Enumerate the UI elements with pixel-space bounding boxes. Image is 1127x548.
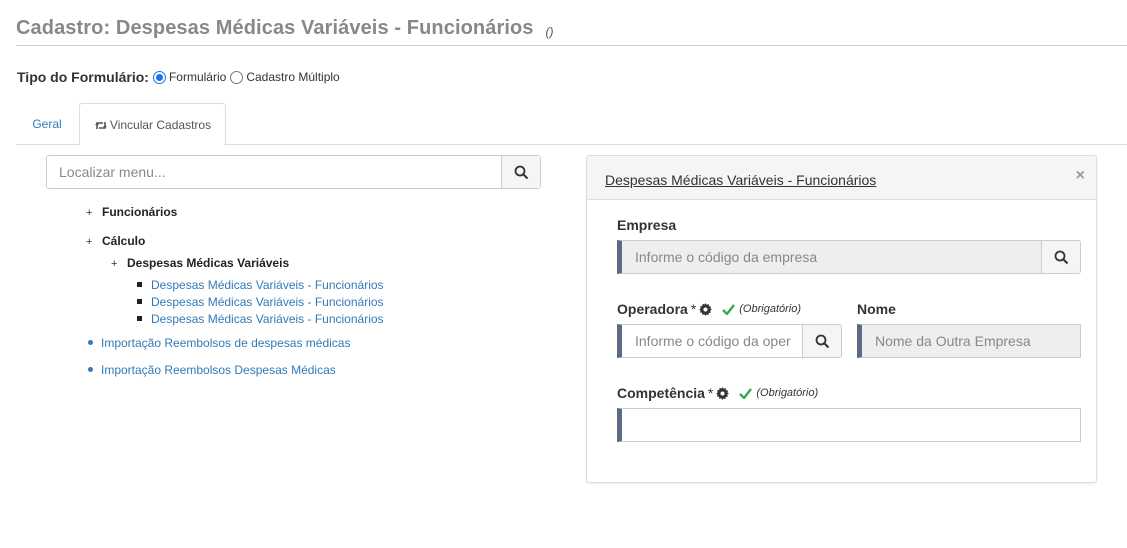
check-icon: [722, 303, 736, 315]
panel-header: Despesas Médicas Variáveis - Funcionário…: [587, 156, 1096, 200]
search-icon: [514, 165, 528, 179]
operadora-label: Operadora: [617, 301, 688, 317]
search-icon: [1054, 250, 1068, 264]
tree-node-despesas[interactable]: + Despesas Médicas Variáveis: [111, 256, 289, 270]
competencia-field[interactable]: [617, 408, 1081, 442]
tab-geral[interactable]: Geral: [16, 103, 78, 145]
tree-leaf: Despesas Médicas Variáveis - Funcionário…: [137, 278, 384, 292]
form-type-label: Tipo do Formulário:: [17, 69, 149, 85]
tree-leaf: Despesas Médicas Variáveis - Funcionário…: [137, 295, 384, 309]
tab-bar: Geral Vincular Cadastros: [16, 103, 1127, 146]
bullet-icon: [137, 282, 142, 287]
menu-search: [46, 155, 541, 189]
menu-search-input[interactable]: [47, 156, 501, 188]
nome-label: Nome: [857, 301, 896, 317]
bullet-icon: [88, 340, 93, 345]
form-type-selector: Tipo do Formulário: Formulário Cadastro …: [17, 69, 344, 85]
empresa-search-button[interactable]: [1041, 240, 1081, 274]
search-icon: [815, 334, 829, 348]
expand-icon: +: [86, 236, 93, 248]
page-title: Cadastro: Despesas Médicas Variáveis - F…: [16, 17, 534, 39]
empresa-placeholder: Informe o código da empresa: [635, 249, 818, 265]
bullet-icon: [88, 367, 93, 372]
expand-icon: +: [111, 258, 118, 270]
competencia-label-row: Competência * (Obrigatório): [617, 385, 818, 401]
nome-placeholder: Nome da Outra Empresa: [875, 333, 1031, 349]
panel-title-link[interactable]: Despesas Médicas Variáveis - Funcionário…: [605, 172, 876, 188]
operadora-search-button[interactable]: [802, 324, 842, 358]
gear-icon[interactable]: [699, 302, 713, 316]
required-mark: *: [690, 301, 697, 317]
radio-formulario-label[interactable]: Formulário: [169, 70, 226, 84]
page-title-bar: Cadastro: Despesas Médicas Variáveis - F…: [16, 17, 1127, 46]
radio-cadastro-multiplo[interactable]: [230, 70, 244, 84]
nome-field: Nome da Outra Empresa: [857, 324, 1081, 358]
page-title-suffix: (): [545, 25, 554, 39]
tree-link-importacao-1[interactable]: Importação Reembolsos de despesas médica…: [101, 336, 350, 350]
tree-link-despesas-1[interactable]: Despesas Médicas Variáveis - Funcionário…: [151, 278, 384, 292]
gear-icon[interactable]: [716, 386, 730, 400]
menu-search-button[interactable]: [501, 156, 540, 188]
tree-link-despesas-2[interactable]: Despesas Médicas Variáveis - Funcionário…: [151, 295, 384, 309]
tab-vincular-label: Vincular Cadastros: [109, 118, 212, 132]
obrigatorio-note: (Obrigatório): [756, 387, 819, 399]
competencia-label: Competência: [617, 385, 705, 401]
expand-icon: +: [86, 207, 93, 219]
tab-vincular-cadastros[interactable]: Vincular Cadastros: [79, 103, 226, 146]
tree-leaf: Importação Reembolsos Despesas Médicas: [88, 363, 336, 377]
empresa-label: Empresa: [617, 217, 677, 233]
tree-node-calculo[interactable]: + Cálculo: [86, 234, 145, 248]
tree-link-importacao-2[interactable]: Importação Reembolsos Despesas Médicas: [101, 363, 336, 377]
radio-cadastro-multiplo-label[interactable]: Cadastro Múltiplo: [246, 70, 339, 84]
empresa-field[interactable]: Informe o código da empresa: [617, 240, 1042, 274]
retweet-icon: [94, 122, 107, 129]
operadora-field[interactable]: Informe o código da oper: [617, 324, 803, 358]
tree-leaf: Despesas Médicas Variáveis - Funcionário…: [137, 312, 384, 326]
close-icon[interactable]: ×: [1076, 167, 1085, 185]
tree-node-funcionarios[interactable]: + Funcionários: [86, 205, 177, 219]
obrigatorio-note: (Obrigatório): [739, 303, 802, 315]
tree-link-despesas-3[interactable]: Despesas Médicas Variáveis - Funcionário…: [151, 312, 384, 326]
operadora-label-row: Operadora * (Obrigatório): [617, 301, 801, 317]
tree-leaf: Importação Reembolsos de despesas médica…: [88, 336, 350, 350]
check-icon: [739, 387, 753, 399]
bullet-icon: [137, 316, 142, 321]
bullet-icon: [137, 299, 142, 304]
operadora-placeholder: Informe o código da oper: [635, 333, 791, 349]
radio-formulario[interactable]: [152, 70, 166, 84]
required-mark: *: [707, 385, 714, 401]
